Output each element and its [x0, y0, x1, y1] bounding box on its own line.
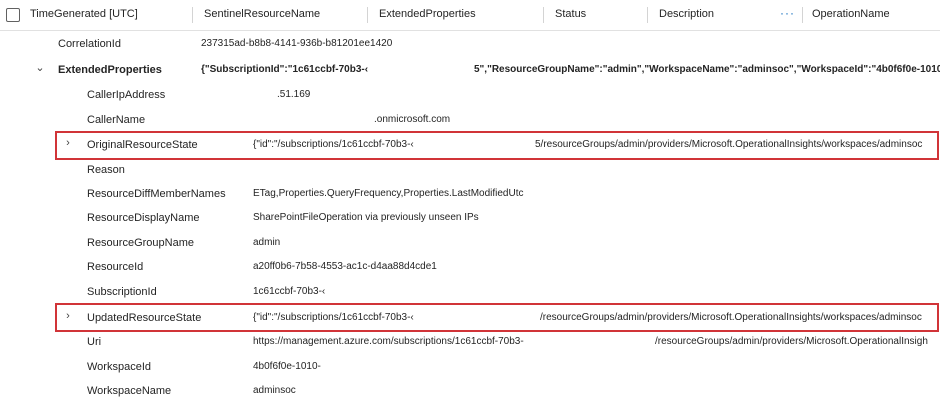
column-header: TimeGenerated [UTC] SentinelResourceName…	[0, 0, 940, 31]
field-value: /resourceGroups/admin/providers/Microsof…	[655, 336, 928, 347]
field-value: 1c61ccbf-70b3-‹	[253, 286, 326, 297]
column-divider[interactable]	[647, 7, 648, 23]
col-time-generated[interactable]: TimeGenerated [UTC]	[30, 8, 138, 20]
detail-row-extended-properties[interactable]: ⌄ ExtendedProperties {"SubscriptionId":"…	[0, 58, 940, 82]
detail-row-uri: Uri https://management.azure.com/subscri…	[0, 330, 940, 354]
field-value: {"SubscriptionId":"1c61ccbf-70b3-‹	[201, 64, 369, 75]
highlight-box	[55, 303, 939, 332]
column-divider[interactable]	[543, 7, 544, 23]
field-value: 5","ResourceGroupName":"admin","Workspac…	[474, 64, 940, 75]
field-label: CorrelationId	[58, 38, 121, 50]
detail-row-subscription-id: SubscriptionId 1c61ccbf-70b3-‹	[0, 280, 940, 304]
chevron-down-icon[interactable]: ⌄	[35, 62, 45, 74]
field-label: ResourceGroupName	[87, 237, 194, 249]
field-value: 4b0f6f0e-1010-	[253, 361, 321, 372]
field-label: ResourceDisplayName	[87, 212, 200, 224]
field-label: WorkspaceId	[87, 361, 151, 373]
field-value: ETag,Properties.QueryFrequency,Propertie…	[253, 188, 524, 199]
field-value: https://management.azure.com/subscriptio…	[253, 336, 524, 347]
field-label: CallerIpAddress	[87, 89, 166, 101]
field-label: CallerName	[87, 114, 146, 126]
col-extended-properties[interactable]: ExtendedProperties	[379, 8, 476, 20]
detail-row-workspace-id: WorkspaceId 4b0f6f0e-1010-	[0, 355, 940, 379]
field-value: admin	[253, 237, 281, 248]
col-operation-name[interactable]: OperationName	[812, 8, 890, 20]
field-label: ResourceDiffMemberNames	[87, 188, 226, 200]
col-sentinel-resource-name[interactable]: SentinelResourceName	[204, 8, 320, 20]
col-status[interactable]: Status	[555, 8, 586, 20]
select-all-checkbox[interactable]	[6, 8, 20, 22]
field-value: adminsoc	[253, 385, 296, 396]
field-value: .51.169	[277, 89, 311, 100]
column-divider[interactable]	[367, 7, 368, 23]
detail-row-resource-group-name: ResourceGroupName admin	[0, 231, 940, 255]
field-label: Uri	[87, 336, 102, 348]
field-value: a20ff0b6-7b58-4553-ac1c-d4aa88d4cde1	[253, 261, 437, 272]
detail-row-resource-display-name: ResourceDisplayName SharePointFileOperat…	[0, 206, 940, 230]
column-divider[interactable]	[192, 7, 193, 23]
field-value: .onmicrosoft.com	[374, 114, 451, 125]
field-label: SubscriptionId	[87, 286, 157, 298]
detail-row-workspace-name: WorkspaceName adminsoc	[0, 379, 940, 403]
detail-row-resource-id: ResourceId a20ff0b6-7b58-4553-ac1c-d4aa8…	[0, 255, 940, 279]
field-label: ResourceId	[87, 261, 144, 273]
field-value: 237315ad-b8b8-4141-936b-b81201ee1420	[201, 38, 393, 49]
highlight-box	[55, 131, 939, 160]
column-divider[interactable]	[802, 7, 803, 23]
detail-row-caller-name: CallerName .onmicrosoft.com	[0, 108, 940, 132]
field-value: SharePointFileOperation via previously u…	[253, 212, 479, 223]
field-label: WorkspaceName	[87, 385, 172, 397]
field-label: ExtendedProperties	[58, 64, 162, 76]
field-label: Reason	[87, 164, 125, 176]
detail-row-reason: Reason	[0, 158, 940, 182]
detail-row-caller-ip: CallerIpAddress .51.169	[0, 83, 940, 107]
detail-row-resource-diff-member-names: ResourceDiffMemberNames ETag,Properties.…	[0, 182, 940, 206]
detail-row-correlation-id: CorrelationId 237315ad-b8b8-4141-936b-b8…	[0, 32, 940, 56]
col-description[interactable]: Description	[659, 8, 714, 20]
more-columns-icon[interactable]: ···	[780, 6, 795, 20]
